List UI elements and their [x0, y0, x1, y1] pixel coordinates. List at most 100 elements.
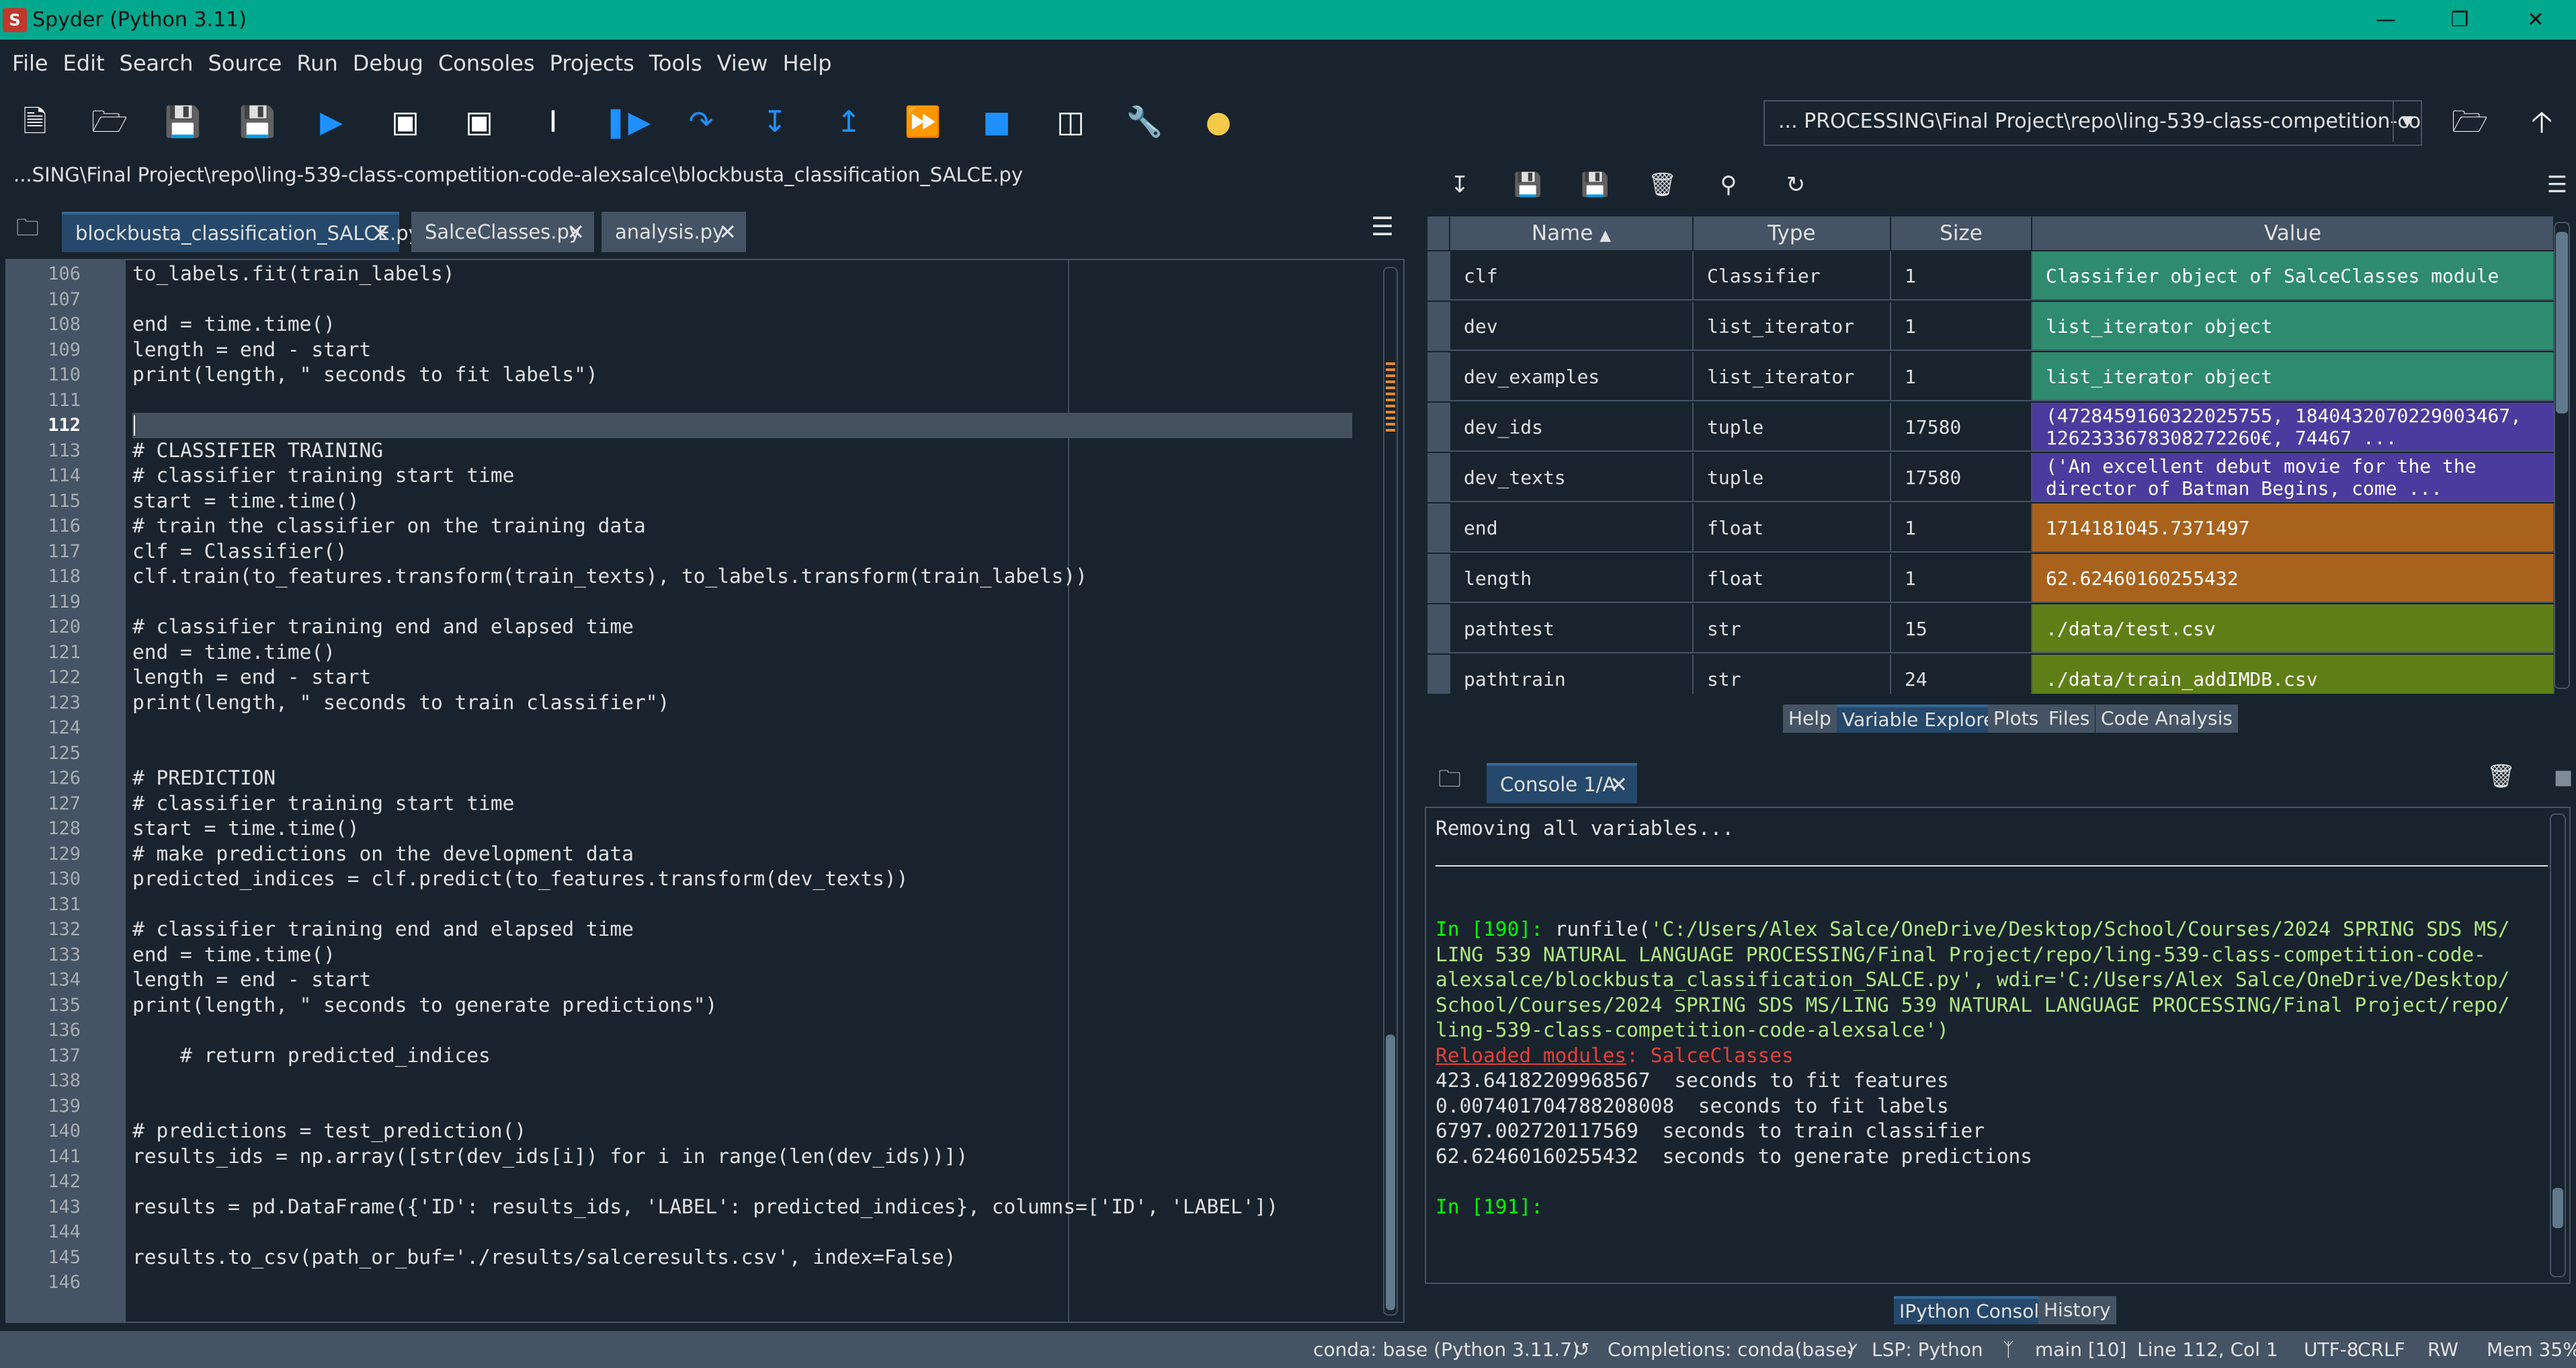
menu-file[interactable]: File	[7, 40, 58, 87]
column-header-name[interactable]: Name ▲	[1450, 216, 1694, 250]
console-scroll-thumb[interactable]	[2552, 1188, 2563, 1228]
tab-plots[interactable]: Plots	[1988, 705, 2044, 733]
table-row[interactable]: dev list_iterator 1 list_iterator object	[1427, 302, 2554, 352]
run-selection-icon[interactable]: I	[533, 102, 573, 143]
tab-ipython-console[interactable]: IPython Console	[1894, 1296, 2056, 1324]
debug-file-icon[interactable]: ❚▶	[604, 102, 651, 143]
tab-code-analysis[interactable]: Code Analysis	[2095, 705, 2238, 733]
editor-options-menu-icon[interactable]: ☰	[1371, 212, 1394, 241]
code-area[interactable]: to_labels.fit(train_labels) end = time.ti…	[132, 260, 1352, 1322]
menu-projects[interactable]: Projects	[544, 40, 644, 87]
save-data-icon[interactable]: 💾	[1513, 171, 1542, 198]
tab-blockbusta-classification[interactable]: blockbusta_classification_SALCE.py ✕	[62, 212, 420, 252]
close-icon[interactable]: ✕	[718, 212, 737, 252]
new-file-icon[interactable]: 🗎	[15, 102, 55, 143]
variable-type: tuple	[1694, 453, 1891, 502]
console-output-line: 423.64182209968567 seconds to fit featur…	[1436, 1069, 1949, 1092]
table-row[interactable]: length float 1 62.62460160255432	[1427, 554, 2554, 604]
status-lsp[interactable]: LSP: Python	[1872, 1331, 1983, 1368]
tab-variable-explorer[interactable]: Variable Explorer	[1837, 705, 2008, 733]
variable-value: ./data/test.csv	[2032, 604, 2554, 653]
code-editor[interactable]: 106 107 108 109 110 111 112 113 114 115 116 117 118 1…	[5, 259, 1405, 1323]
menu-search[interactable]: Search	[114, 40, 203, 87]
menu-tools[interactable]: Tools	[644, 40, 712, 87]
save-icon[interactable]: 💾	[163, 102, 203, 143]
minimize-button[interactable]: —	[2345, 0, 2426, 40]
close-icon[interactable]: ✕	[567, 212, 585, 252]
editor-scrollbar[interactable]	[1383, 267, 1398, 1316]
tab-console-1a[interactable]: Console 1/A ✕	[1487, 763, 1637, 803]
menu-view[interactable]: View	[712, 40, 778, 87]
console-removing-line: Removing all variables...	[1436, 817, 1735, 840]
remove-variables-icon[interactable]: 🗑	[2487, 763, 2516, 790]
tab-salceclasses[interactable]: SalceClasses.py ✕	[411, 212, 594, 252]
run-cell-icon[interactable]: ▣	[385, 102, 425, 143]
column-header-value[interactable]: Value	[2032, 216, 2554, 250]
status-git-branch[interactable]: main [10]	[2035, 1331, 2126, 1368]
table-row[interactable]: dev_examples list_iterator 1 list_iterator …	[1427, 352, 2554, 403]
line-number: 137	[48, 1045, 81, 1066]
browse-tabs-icon[interactable]: 🗀	[1438, 763, 1461, 801]
menu-consoles[interactable]: Consoles	[433, 40, 544, 87]
tab-help[interactable]: Help	[1783, 705, 1837, 733]
browse-tabs-icon[interactable]: 🗀	[16, 212, 39, 250]
console-input-prompt[interactable]: In [191]:	[1436, 1195, 1543, 1220]
column-label: Name	[1531, 221, 1593, 245]
column-header-type[interactable]: Type	[1694, 216, 1891, 250]
restore-button[interactable]: ❐	[2419, 0, 2500, 40]
interrupt-kernel-icon[interactable]: ■	[2554, 766, 2573, 789]
save-data-as-icon[interactable]: 💾	[1581, 171, 1609, 198]
menu-edit[interactable]: Edit	[58, 40, 114, 87]
save-all-icon[interactable]: 💾	[237, 102, 278, 143]
column-header-size[interactable]: Size	[1891, 216, 2032, 250]
run-icon[interactable]: ▶	[311, 102, 351, 143]
parent-directory-icon[interactable]: 🡡	[2522, 102, 2562, 143]
maximize-pane-icon[interactable]: ◫	[1050, 102, 1091, 143]
search-icon[interactable]: ⚲	[1715, 171, 1742, 198]
table-row[interactable]: pathtest str 15 ./data/test.csv	[1427, 604, 2554, 655]
variable-table[interactable]: Name ▲ Type Size Value clf Classifier 1 Cla…	[1427, 216, 2554, 694]
variable-size: 24	[1891, 655, 2032, 694]
close-window-button[interactable]: ✕	[2495, 0, 2576, 40]
step-over-icon[interactable]: ↷	[681, 102, 721, 143]
line-number: 134	[48, 969, 81, 990]
table-row[interactable]: pathtrain str 24 ./data/train_addIMDB.csv	[1427, 655, 2554, 694]
menu-help[interactable]: Help	[778, 40, 841, 87]
python-path-icon[interactable]: ●	[1198, 102, 1239, 143]
status-completions[interactable]: Completions: conda(base)	[1608, 1331, 1854, 1368]
working-directory-combo[interactable]: ... PROCESSING\Final Project\repo\ling-5…	[1763, 100, 2422, 146]
console-scrollbar[interactable]	[2550, 813, 2566, 1277]
open-file-icon[interactable]: 🗁	[89, 102, 130, 143]
table-row[interactable]: end float 1 1714181045.7371497	[1427, 504, 2554, 554]
variable-table-scroll-thumb[interactable]	[2556, 232, 2568, 413]
preferences-wrench-icon[interactable]: 🔧	[1124, 102, 1165, 143]
menu-run[interactable]: Run	[291, 40, 347, 87]
stop-debug-icon[interactable]: ■	[977, 102, 1017, 143]
menu-debug[interactable]: Debug	[347, 40, 433, 87]
table-row[interactable]: clf Classifier 1 Classifier object of Salce…	[1427, 251, 2554, 302]
table-row[interactable]: dev_texts tuple 17580 ('An excellent debut …	[1427, 453, 2554, 504]
tab-analysis[interactable]: analysis.py ✕	[601, 212, 746, 252]
status-environment[interactable]: conda: base (Python 3.11.7)	[1313, 1331, 1579, 1368]
code-line: # return predicted_indices	[132, 1043, 491, 1067]
table-row[interactable]: dev_ids tuple 17580 (4728459160322025755, 1…	[1427, 403, 2554, 453]
step-into-icon[interactable]: ↧	[755, 102, 795, 143]
variable-explorer-options-icon[interactable]: ☰	[2544, 171, 2571, 198]
reloaded-modules-link[interactable]: Reloaded modules	[1436, 1044, 1626, 1067]
step-return-icon[interactable]: ↥	[829, 102, 869, 143]
import-data-icon[interactable]: ↧	[1446, 171, 1473, 198]
browse-directory-icon[interactable]: 🗁	[2450, 102, 2490, 143]
refresh-icon[interactable]: ↻	[1782, 171, 1809, 198]
remove-all-variables-icon[interactable]: 🗑	[1648, 171, 1677, 198]
menu-source[interactable]: Source	[202, 40, 291, 87]
tab-files[interactable]: Files	[2043, 705, 2095, 733]
chevron-down-icon[interactable]: ▼	[2393, 102, 2421, 142]
continue-icon[interactable]: ⏩	[903, 102, 943, 143]
close-icon[interactable]: ✕	[1610, 766, 1628, 803]
tab-label: Console 1/A	[1500, 773, 1616, 796]
close-icon[interactable]: ✕	[372, 214, 390, 252]
editor-scroll-thumb[interactable]	[1386, 1035, 1395, 1310]
ipython-console[interactable]: Removing all variables... In [190]: runf…	[1425, 807, 2571, 1284]
run-cell-advance-icon[interactable]: ▣	[459, 102, 499, 143]
tab-history[interactable]: History	[2038, 1296, 2116, 1324]
